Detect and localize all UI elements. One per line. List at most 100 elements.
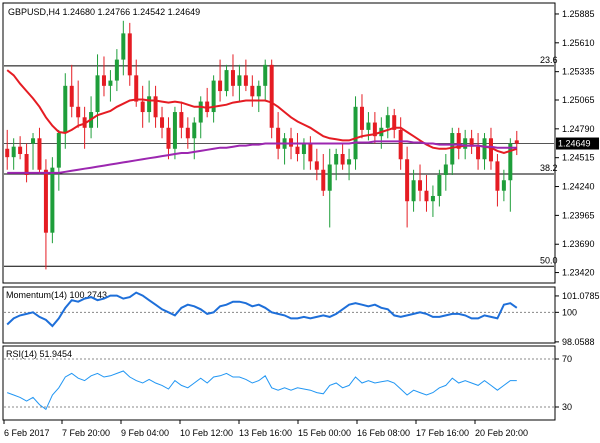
- candle-body: [50, 167, 55, 233]
- candle-body: [31, 138, 36, 144]
- price-tick-label: 1.23965: [562, 210, 595, 220]
- candle-body: [385, 115, 390, 128]
- candle-body: [276, 127, 281, 149]
- candle: [50, 157, 55, 244]
- price-tick-label: 1.23690: [562, 239, 595, 249]
- candle-body: [263, 64, 268, 86]
- candle-body: [514, 140, 519, 144]
- candle-body: [347, 159, 352, 165]
- candle-body: [353, 106, 358, 160]
- rsi-label: RSI(14) 51.9454: [6, 349, 72, 359]
- time-tick-label: 10 Feb 12:00: [180, 428, 233, 438]
- candle-body: [411, 180, 416, 202]
- candle-body: [121, 33, 126, 60]
- price-tick-label: 1.23420: [562, 268, 595, 278]
- current-price-label: 1.24649: [558, 139, 591, 149]
- candle-body: [243, 75, 248, 86]
- momentum-panel: Momentum(14) 100.2743 101.078510098.0588: [2, 286, 600, 347]
- price-tick-label: 1.24240: [562, 182, 595, 192]
- momentum-tick-label: 100: [562, 307, 577, 317]
- candle-body: [140, 101, 145, 113]
- candle-body: [424, 190, 429, 202]
- candle-body: [134, 75, 139, 102]
- candle-body: [501, 180, 506, 191]
- candle-body: [95, 75, 100, 113]
- time-tick-label: 7 Feb 20:00: [62, 428, 110, 438]
- fib-label: 50.0: [540, 255, 558, 265]
- candle-body: [69, 85, 74, 107]
- candle-body: [147, 96, 152, 113]
- candle-body: [463, 138, 468, 149]
- candle-body: [114, 59, 119, 81]
- candle-body: [334, 154, 339, 165]
- rsi-panel: RSI(14) 51.9454 70 30: [2, 345, 572, 421]
- candle-body: [327, 164, 332, 191]
- candle-body: [218, 80, 223, 92]
- price-panel: GBPUSD,H4 1.24680 1.24766 1.24542 1.2464…: [2, 2, 599, 284]
- candle-body: [488, 138, 493, 162]
- fib-label: 38.2: [540, 163, 558, 173]
- candle-body: [269, 64, 274, 128]
- candle-body: [37, 138, 42, 170]
- time-tick-label: 6 Feb 2017: [4, 428, 50, 438]
- current-price-tag: 1.24649: [556, 137, 599, 150]
- candle-body: [482, 138, 487, 160]
- rsi-tick-label: 70: [562, 354, 572, 364]
- candle-body: [308, 143, 313, 162]
- candle: [269, 59, 274, 139]
- candle-body: [179, 112, 184, 128]
- price-tick-label: 1.25335: [562, 67, 595, 77]
- candle-body: [76, 106, 81, 118]
- candle-body: [160, 117, 165, 128]
- candle-body: [192, 122, 197, 139]
- candle-body: [340, 154, 345, 165]
- price-tick-label: 1.25065: [562, 95, 595, 105]
- price-tick-label: 1.24515: [562, 153, 595, 163]
- candle-body: [476, 146, 481, 160]
- candle-body: [301, 143, 306, 155]
- time-tick-label: 9 Feb 04:00: [121, 428, 169, 438]
- time-tick-label: 16 Feb 08:00: [357, 428, 410, 438]
- candle-body: [230, 70, 235, 86]
- time-tick-label: 20 Feb 20:00: [475, 428, 528, 438]
- candle-body: [18, 146, 23, 155]
- momentum-tick-label: 98.0588: [562, 337, 595, 347]
- candle-body: [250, 85, 255, 97]
- candle-body: [256, 85, 261, 97]
- candle-body: [56, 133, 61, 168]
- candle-body: [185, 127, 190, 139]
- candle-body: [495, 161, 500, 191]
- candle-body: [295, 146, 300, 155]
- candle-body: [63, 85, 68, 134]
- candle: [353, 96, 358, 170]
- price-tick-label: 1.25610: [562, 38, 595, 48]
- candle-body: [405, 159, 410, 202]
- candle-body: [172, 112, 177, 149]
- candle-body: [289, 138, 294, 147]
- momentum-tick-label: 101.0785: [562, 291, 600, 301]
- candle-body: [101, 75, 106, 86]
- time-tick-label: 13 Feb 16:00: [239, 428, 292, 438]
- candle-body: [224, 70, 229, 92]
- candle-body: [153, 96, 158, 118]
- candle-body: [166, 127, 171, 149]
- time-tick-label: 17 Feb 16:00: [416, 428, 469, 438]
- candle-body: [508, 143, 513, 181]
- candle-body: [11, 146, 16, 158]
- candle-body: [359, 106, 364, 130]
- candle-body: [5, 148, 10, 158]
- candle-body: [398, 129, 403, 160]
- forex-chart: GBPUSD,H4 1.24680 1.24766 1.24542 1.2464…: [0, 0, 600, 443]
- candle-body: [198, 101, 203, 123]
- candle-body: [443, 164, 448, 175]
- candle-body: [24, 154, 29, 175]
- candle-body: [437, 174, 442, 196]
- candle-body: [430, 195, 435, 202]
- candle-body: [314, 161, 319, 170]
- time-tick-label: 15 Feb 00:00: [298, 428, 351, 438]
- candle-body: [366, 122, 371, 130]
- candle-body: [127, 33, 132, 76]
- candle-body: [108, 80, 113, 86]
- price-tick-label: 1.24790: [562, 124, 595, 134]
- price-tick-label: 1.25885: [562, 9, 595, 19]
